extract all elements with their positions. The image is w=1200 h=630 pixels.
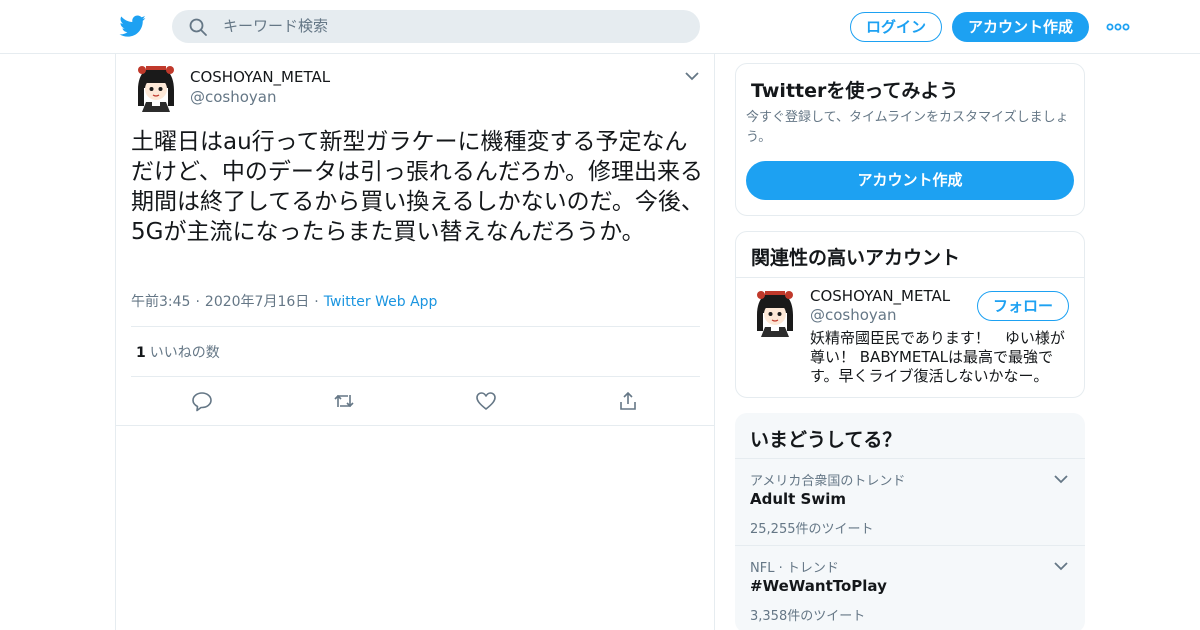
trends-title: いまどうしてる？ <box>750 429 902 451</box>
login-button[interactable]: ログイン <box>850 12 942 42</box>
meta-separator: · <box>195 294 200 310</box>
like-count: 1 <box>136 345 146 361</box>
more-dots-icon[interactable] <box>1106 20 1130 34</box>
divider <box>131 376 700 377</box>
tweet-date[interactable]: 2020年7月16日 <box>205 294 309 310</box>
trend-tweet-count: 3,358件のツイート <box>750 609 866 624</box>
signup-card-title: Twitterを使ってみよう <box>751 80 959 102</box>
signup-card-button[interactable]: アカウント作成 <box>746 161 1074 200</box>
avatar[interactable] <box>132 62 180 112</box>
related-account-name[interactable]: COSHOYAN_METAL <box>810 287 950 305</box>
related-account-handle[interactable]: @coshoyan <box>810 306 897 324</box>
related-accounts-title: 関連性の高いアカウント <box>751 247 961 269</box>
retweet-icon[interactable] <box>332 389 356 413</box>
tweet-text: 土曜日はau行って新型ガラケーに機種変する予定なんだけど、中のデータは引っ張れる… <box>131 129 704 245</box>
avatar[interactable] <box>751 287 799 337</box>
top-header: キーワード検索 ログイン アカウント作成 <box>0 0 1200 54</box>
like-heart-icon[interactable] <box>474 389 498 413</box>
signup-button[interactable]: アカウント作成 <box>952 12 1089 42</box>
tweet-column: COSHOYAN_METAL @coshoyan 土曜日はau行って新型ガラケー… <box>115 54 715 630</box>
follow-button[interactable]: フォロー <box>977 291 1069 321</box>
trend-tweet-count: 25,255件のツイート <box>750 522 874 537</box>
meta-separator: · <box>314 294 319 310</box>
twitter-bird-icon[interactable] <box>119 13 147 39</box>
trend-context: NFL · トレンド <box>750 561 839 576</box>
signup-card-description: 今すぐ登録して、タイムラインをカスタマイズしましょう。 <box>746 110 1069 145</box>
trends-card: いまどうしてる？ アメリカ合衆国のトレンド Adult Swim 25,255件… <box>735 413 1085 630</box>
chevron-down-icon[interactable] <box>1053 473 1069 485</box>
related-accounts-card: 関連性の高いアカウント COSHOYAN_METAL @coshoyan フォロ… <box>735 231 1085 398</box>
trend-context: アメリカ合衆国のトレンド <box>750 474 906 489</box>
like-count-label: いいねの数 <box>149 345 220 361</box>
divider <box>131 326 700 327</box>
tweet-time[interactable]: 午前3:45 <box>131 294 190 310</box>
search-box[interactable]: キーワード検索 <box>172 10 700 43</box>
trend-name[interactable]: Adult Swim <box>750 490 846 508</box>
trend-name[interactable]: #WeWantToPlay <box>750 577 887 595</box>
column-divider <box>116 425 714 426</box>
trend-item[interactable]: アメリカ合衆国のトレンド Adult Swim 25,255件のツイート <box>735 459 1085 545</box>
chevron-down-icon[interactable] <box>1053 560 1069 572</box>
share-icon[interactable] <box>616 389 640 413</box>
tweet-meta: 午前3:45 · 2020年7月16日 · Twitter Web App <box>131 291 437 311</box>
like-count-row[interactable]: 1 いいねの数 <box>136 342 220 362</box>
trend-item[interactable]: NFL · トレンド #WeWantToPlay 3,358件のツイート <box>735 546 1085 630</box>
signup-card: Twitterを使ってみよう 今すぐ登録して、タイムラインをカスタマイズしましょ… <box>735 63 1085 216</box>
chevron-down-icon[interactable] <box>684 70 700 82</box>
related-account-bio: 妖精帝國臣民であります！ ゆい様が尊い！ BABYMETALは最高で最強です。早… <box>810 329 1065 385</box>
tweet-author-name[interactable]: COSHOYAN_METAL <box>190 68 330 86</box>
tweet-source[interactable]: Twitter Web App <box>324 294 438 310</box>
tweet-author-handle[interactable]: @coshoyan <box>190 88 277 106</box>
divider <box>736 277 1084 278</box>
reply-icon[interactable] <box>190 389 214 413</box>
search-input[interactable]: キーワード検索 <box>223 17 328 36</box>
search-icon <box>189 18 207 36</box>
